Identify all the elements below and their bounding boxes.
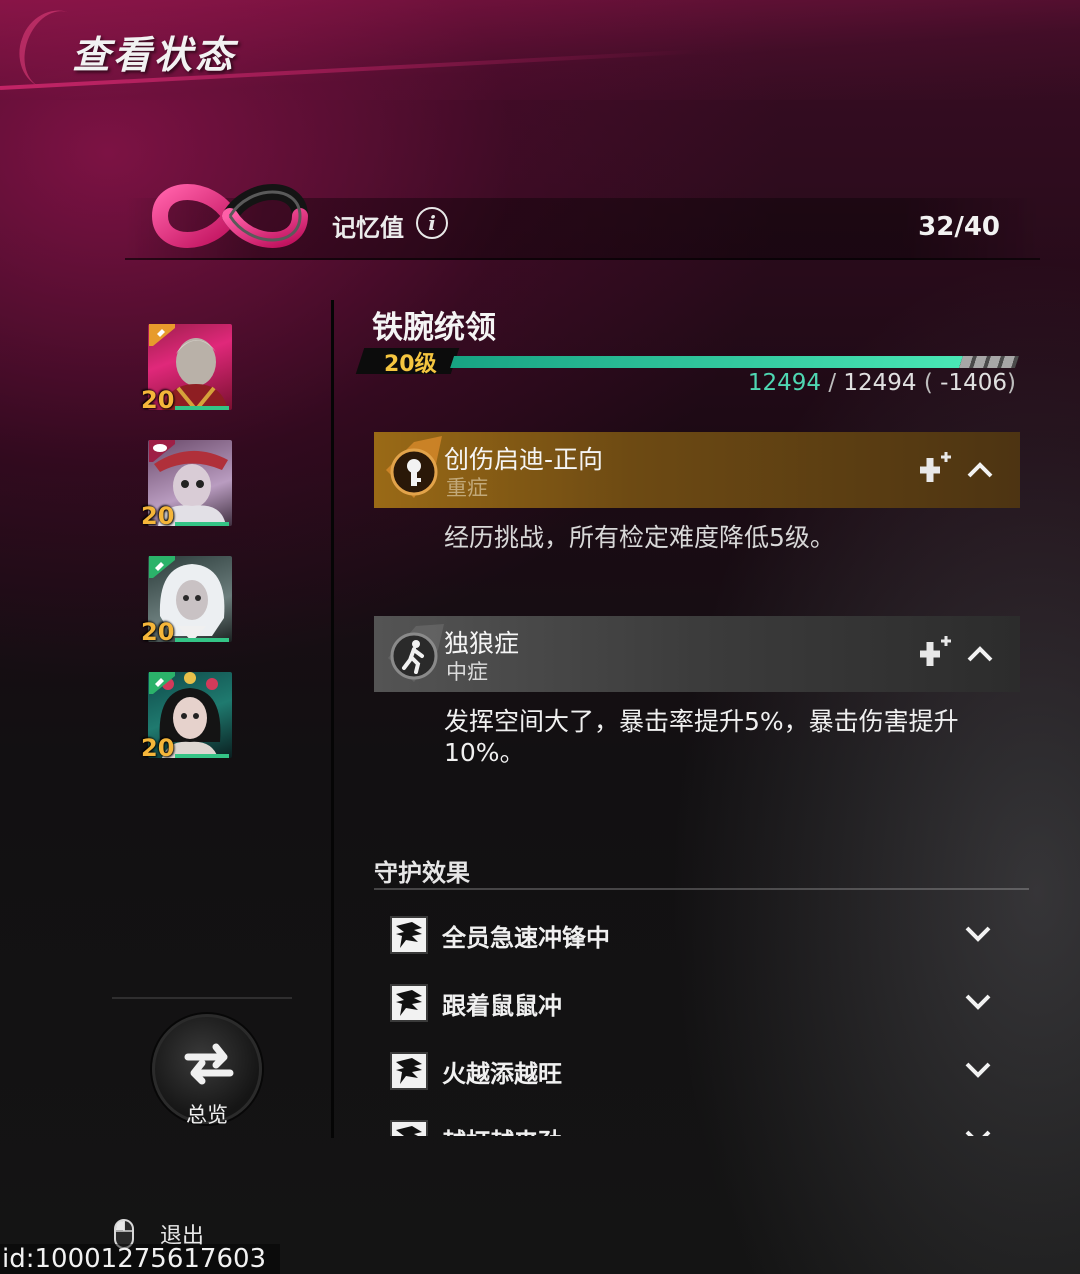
character-health-bar	[175, 406, 229, 410]
wings-icon	[390, 916, 428, 954]
guard-effect-label: 全员急速冲锋中	[442, 924, 610, 952]
page-title: 查看状态	[72, 33, 237, 77]
add-plus-icon[interactable]	[916, 634, 956, 674]
chevron-down-icon[interactable]	[962, 920, 994, 948]
xp-track	[450, 356, 1019, 368]
guard-effects-list[interactable]: 全员急速冲锋中 跟着鼠鼠冲 火越添越旺 越打越来劲	[374, 900, 1034, 1136]
xp-fill	[450, 356, 963, 368]
chevron-down-icon[interactable]	[962, 1056, 994, 1084]
guard-effect-row[interactable]: 全员急速冲锋中	[374, 902, 1034, 962]
xp-overflow	[958, 356, 1019, 368]
wings-icon	[390, 1052, 428, 1090]
xp-readout: 12494 / 12494 ( -1406)	[747, 370, 1016, 396]
character-card[interactable]: 20	[141, 556, 235, 646]
chevron-down-icon[interactable]	[962, 988, 994, 1016]
swap-arrows-icon	[184, 1043, 234, 1085]
character-health-bar	[175, 638, 229, 642]
trauma-name: 独狼症	[444, 629, 520, 658]
character-card[interactable]: 20	[141, 324, 235, 414]
infinity-icon	[151, 184, 309, 248]
character-card[interactable]: 20	[141, 672, 235, 762]
chevron-up-icon[interactable]	[964, 456, 996, 484]
memory-label: 记忆值	[332, 214, 404, 242]
sidebar-divider	[112, 997, 292, 999]
trauma-key-icon	[386, 436, 442, 498]
memory-value: 32/40	[918, 212, 1000, 242]
trauma-severity: 重症	[446, 476, 488, 500]
trauma-card-header[interactable]: 独狼症 中症	[374, 616, 1020, 692]
guard-effect-label: 越打越来劲	[442, 1122, 562, 1136]
overview-button[interactable]: 总览	[152, 1014, 262, 1127]
chevron-down-icon[interactable]	[962, 1124, 994, 1136]
overview-label: 总览	[186, 1103, 228, 1127]
hunter-badge-icon	[149, 324, 175, 346]
guard-effects-title: 守护效果	[374, 859, 470, 887]
character-level: 20	[141, 502, 175, 530]
guard-effect-row[interactable]: 火越添越旺	[374, 1038, 1034, 1098]
character-level: 20	[141, 618, 175, 646]
character-health-bar	[175, 754, 229, 758]
panel-divider	[331, 300, 334, 1138]
character-health-bar	[175, 522, 229, 526]
wings-icon	[390, 1120, 428, 1136]
trauma-description: 发挥空间大了，暴击率提升5%，暴击伤害提升10%。	[444, 707, 959, 767]
chevron-up-icon[interactable]	[964, 640, 996, 668]
xp-current: 12494	[747, 370, 822, 396]
xp-max: 12494	[843, 370, 917, 396]
player-id: id:10001275617603	[0, 1244, 281, 1274]
info-icon[interactable]: i	[416, 207, 448, 239]
character-level-label: 20级	[384, 352, 437, 377]
survivor-badge-icon	[149, 556, 175, 578]
character-level: 20	[141, 386, 175, 414]
trauma-card-header[interactable]: 创伤启迪-正向 重症	[374, 432, 1020, 508]
trauma-severity: 中症	[446, 660, 488, 684]
guard-effects-divider	[374, 888, 1029, 890]
trauma-description: 经历挑战，所有检定难度降低5级。	[444, 523, 835, 552]
lone-wolf-runner-icon	[388, 624, 444, 682]
guard-effect-label: 跟着鼠鼠冲	[442, 992, 562, 1020]
xp-delta: -1406	[940, 370, 1008, 396]
guard-effect-label: 火越添越旺	[442, 1060, 562, 1088]
lips-badge-icon	[149, 440, 175, 462]
wings-icon	[390, 984, 428, 1022]
guard-effect-row[interactable]: 跟着鼠鼠冲	[374, 970, 1034, 1030]
character-name: 铁腕统领	[372, 310, 496, 346]
character-level: 20	[141, 734, 175, 762]
guard-effect-row[interactable]: 越打越来劲	[374, 1106, 1034, 1136]
survivor-badge-icon	[149, 672, 175, 694]
character-card[interactable]: 20	[141, 440, 235, 530]
add-plus-icon[interactable]	[916, 450, 956, 490]
trauma-name: 创伤启迪-正向	[444, 445, 604, 474]
